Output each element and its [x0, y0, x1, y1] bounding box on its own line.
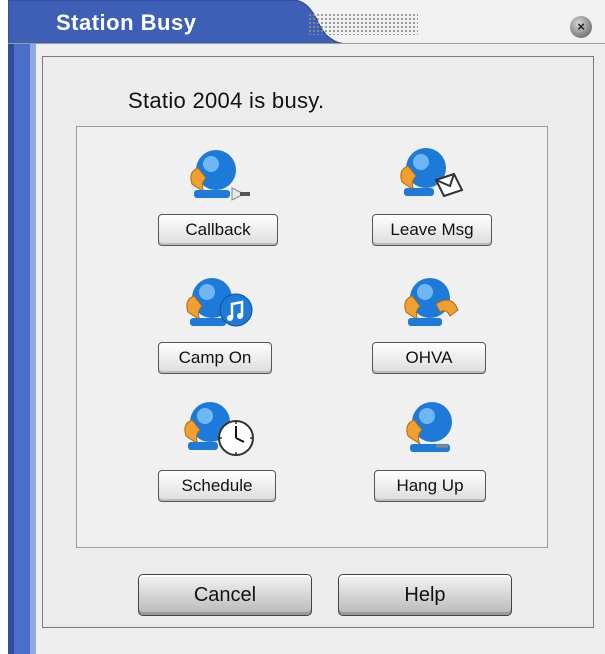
- cancel-button[interactable]: Cancel: [138, 574, 312, 616]
- callback-button[interactable]: Callback: [158, 214, 278, 246]
- phone-callback-icon[interactable]: [184, 140, 254, 210]
- camp-on-button[interactable]: Camp On: [158, 342, 272, 374]
- phone-hangup-icon[interactable]: [396, 396, 466, 466]
- phone-ohva-icon[interactable]: [396, 268, 466, 338]
- schedule-button[interactable]: Schedule: [158, 470, 276, 502]
- window-frame-left: [8, 0, 36, 654]
- title-bar[interactable]: Station Busy ×: [8, 0, 605, 44]
- ohva-button[interactable]: OHVA: [372, 342, 486, 374]
- option-ohva: OHVA: [366, 268, 496, 378]
- option-leave-msg: Leave Msg: [366, 140, 496, 250]
- busy-message: Statio 2004 is busy.: [128, 88, 325, 113]
- phone-clock-icon[interactable]: [184, 396, 254, 466]
- title-grip-pattern: [308, 13, 418, 35]
- window-title: Station Busy: [56, 10, 197, 35]
- help-button[interactable]: Help: [338, 574, 512, 616]
- phone-music-icon[interactable]: [184, 268, 254, 338]
- option-schedule: Schedule: [154, 396, 284, 506]
- close-icon: ×: [577, 19, 585, 34]
- close-button[interactable]: ×: [570, 16, 592, 38]
- hang-up-button[interactable]: Hang Up: [374, 470, 486, 502]
- option-hang-up: Hang Up: [366, 396, 496, 506]
- option-camp-on: Camp On: [154, 268, 284, 378]
- phone-message-icon[interactable]: [396, 140, 466, 210]
- station-busy-dialog: Station Busy × Statio 2004 is busy. Call…: [0, 0, 605, 654]
- option-callback: Callback: [154, 140, 284, 250]
- leave-msg-button[interactable]: Leave Msg: [372, 214, 492, 246]
